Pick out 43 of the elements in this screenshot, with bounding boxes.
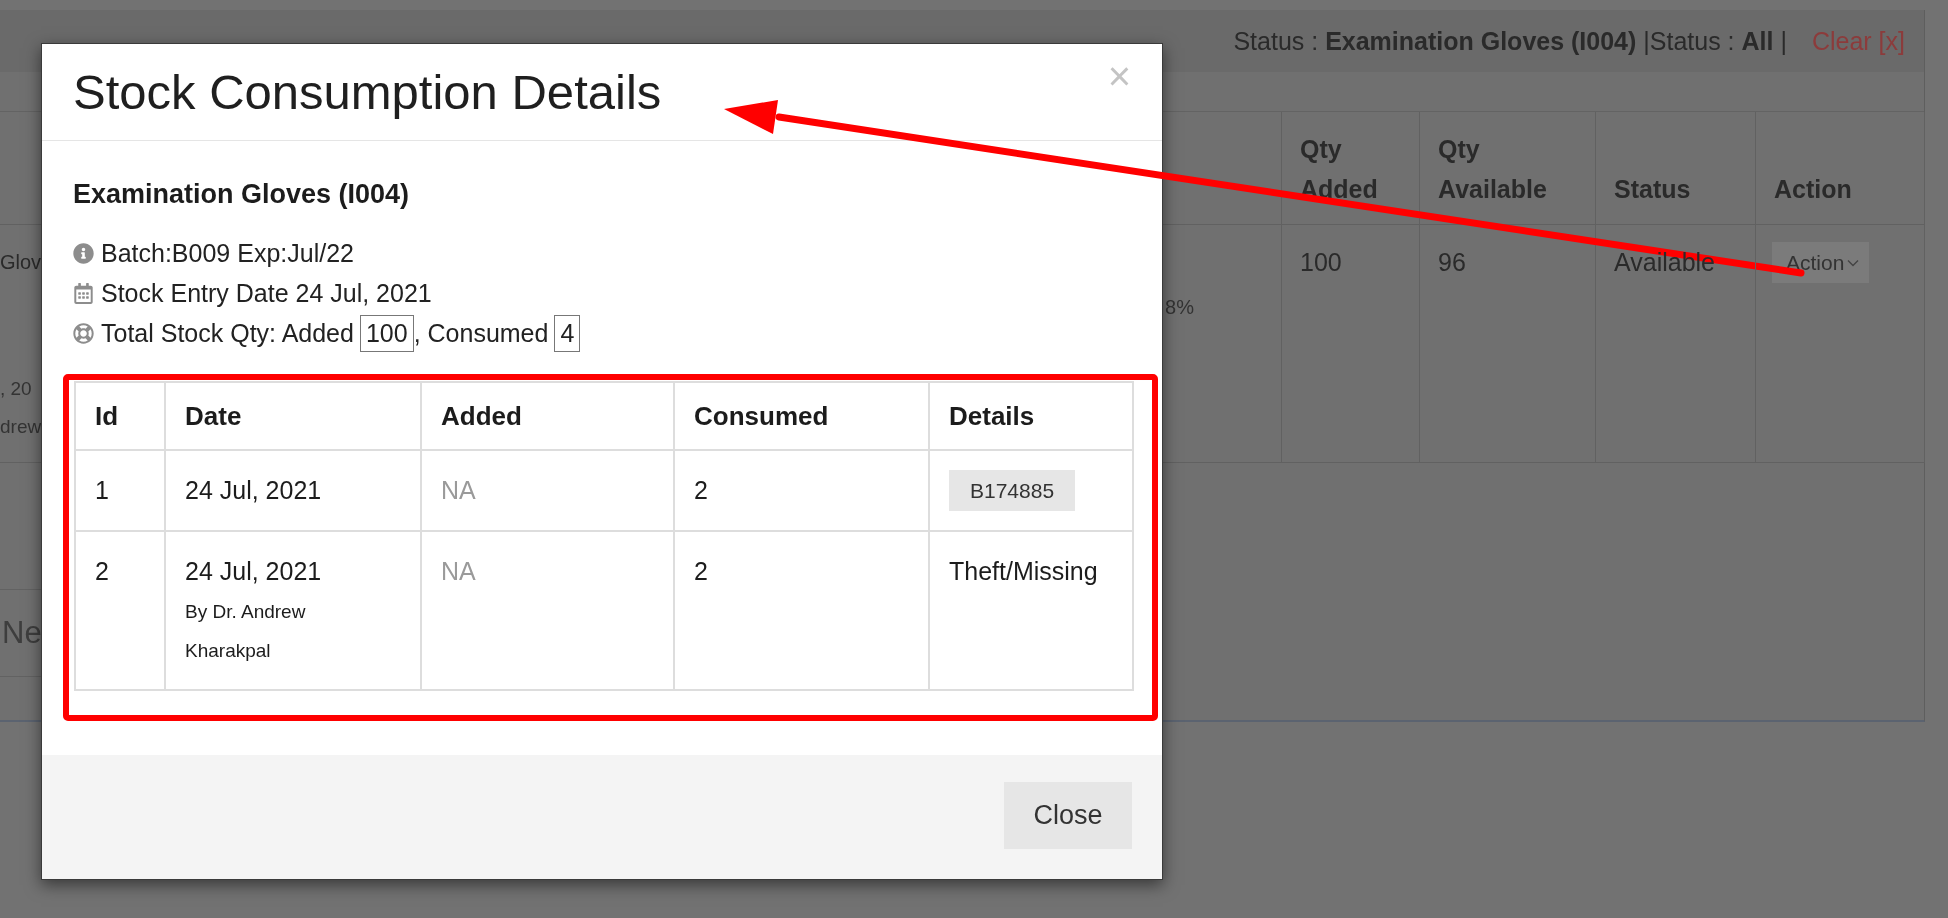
column-header: Status: [1596, 112, 1756, 225]
dismiss-button[interactable]: ×: [1107, 58, 1131, 94]
table-cell: 1: [75, 450, 165, 531]
table-cell: 2: [75, 531, 165, 690]
info-icon: [73, 242, 94, 264]
text-fragment: 8%: [1165, 295, 1194, 319]
life-ring-icon: [73, 322, 94, 344]
total-stock-label: Total Stock Qty: Added: [101, 318, 354, 348]
text-fragment: , 20: [0, 377, 32, 401]
table-cell: NA: [421, 531, 674, 690]
table-cell: 2: [674, 531, 929, 690]
added-qty-value: 100: [359, 314, 414, 352]
table-cell: 2: [674, 450, 929, 531]
entry-date-text: Stock Entry Date 24 Jul, 2021: [101, 278, 432, 308]
modal-title: Stock Consumption Details: [73, 64, 662, 121]
action-button[interactable]: Action: [1772, 242, 1870, 283]
caret-icon: [1847, 258, 1860, 267]
consumed-qty-value: 4: [554, 314, 581, 352]
table-cell: 96: [1420, 225, 1596, 463]
reference-badge: B174885: [949, 470, 1076, 511]
text-fragment: drew: [0, 415, 42, 439]
table-cell: Available: [1596, 225, 1756, 463]
date-text: 24 Jul, 2021: [185, 556, 323, 587]
column-header: Added: [421, 382, 674, 450]
column-header: Details: [929, 382, 1133, 450]
item-name: Examination Gloves (I004): [73, 178, 410, 210]
column-header: Action: [1756, 112, 1925, 225]
column-header: Qty Available: [1420, 112, 1596, 225]
column-header: Consumed: [674, 382, 929, 450]
filter-summary: Status : Examination Gloves (I004) |Status : All |: [1233, 26, 1787, 56]
column-header: Date: [165, 382, 421, 450]
column-header: Qty Added: [1282, 112, 1420, 225]
table-cell: Theft/Missing: [929, 531, 1133, 690]
column-header: Id: [75, 382, 165, 450]
consumed-label: , Consumed: [413, 318, 549, 348]
batch-text: Batch:B009 Exp:Jul/22: [101, 238, 354, 268]
close-button[interactable]: Close: [1004, 782, 1132, 849]
text-fragment: Glov: [0, 250, 42, 275]
calendar-icon: [73, 282, 94, 304]
table-cell: NA: [421, 450, 674, 531]
table-cell: 100: [1282, 225, 1420, 463]
author-text: By Dr. Andrew Kharakpal: [185, 600, 307, 663]
date-text: 24 Jul, 2021: [185, 475, 323, 506]
